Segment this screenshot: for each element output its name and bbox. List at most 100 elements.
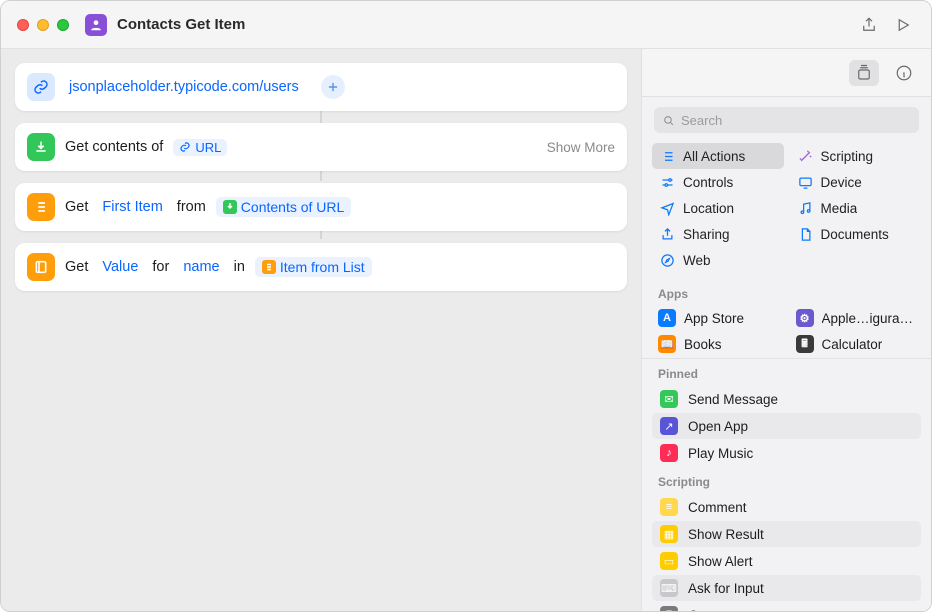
scripting-item-show-result[interactable]: ▦ Show Result (652, 521, 921, 547)
close-window-button[interactable] (17, 19, 29, 31)
display-icon (798, 175, 813, 190)
bullet-list-icon (660, 149, 675, 164)
app-calculator[interactable]: 🖩 Calculator (790, 331, 922, 357)
category-web[interactable]: Web (652, 247, 784, 273)
minimize-window-button[interactable] (37, 19, 49, 31)
run-button[interactable] (889, 11, 917, 39)
info-button[interactable] (889, 60, 919, 86)
action-icon: ⌨ (660, 579, 678, 597)
action-icon: Σ (660, 606, 678, 611)
action-get-dictionary-value[interactable]: Get Value for name in Item from List (15, 243, 627, 291)
app-icon: A (658, 309, 676, 327)
action-label: Count (688, 608, 724, 612)
category-all-actions[interactable]: All Actions (652, 143, 784, 169)
apps-grid: A App Store ⚙Apple…igurator📖Books 🖩 Calculat… (642, 305, 931, 359)
category-label: Sharing (683, 227, 730, 242)
list-icon (27, 193, 55, 221)
app-icon: 🖩 (796, 335, 814, 353)
add-variable-button[interactable] (321, 75, 345, 99)
link-icon (27, 73, 55, 101)
category-label: Device (821, 175, 862, 190)
action-icon: ▭ (660, 552, 678, 570)
action-icon: ↗ (660, 417, 678, 435)
shortcut-app-icon (85, 14, 107, 36)
app-app-store[interactable]: A App Store (652, 305, 784, 331)
label-for: for (152, 259, 169, 275)
action-label: Play Music (688, 446, 753, 461)
category-label: Controls (683, 175, 733, 190)
action-text-url[interactable]: jsonplaceholder.typicode.com/users (15, 63, 627, 111)
titlebar: Contacts Get Item (1, 1, 931, 49)
app-label: Books (684, 337, 722, 352)
body: jsonplaceholder.typicode.com/users Get c… (1, 49, 931, 611)
search-icon (662, 114, 675, 127)
workflow-editor[interactable]: jsonplaceholder.typicode.com/users Get c… (1, 49, 641, 611)
category-label: Media (821, 201, 858, 216)
label-get: Get (65, 259, 88, 275)
list-icon (262, 260, 276, 274)
search-input[interactable] (681, 113, 911, 128)
wand-icon (798, 149, 813, 164)
param-key[interactable]: name (179, 259, 223, 275)
scripting-item-show-alert[interactable]: ▭Show Alert (652, 548, 921, 574)
library-toggle-button[interactable] (849, 60, 879, 86)
scripting-item-comment[interactable]: ≡Comment (652, 494, 921, 520)
window: Contacts Get Item jsonplaceholder.typico… (0, 0, 932, 612)
action-label: Get contents of (65, 139, 163, 155)
scripting-item-ask-for-input[interactable]: ⌨ Ask for Input (652, 575, 921, 601)
dictionary-icon (27, 253, 55, 281)
action-label: Send Message (688, 392, 778, 407)
action-label: Ask for Input (688, 581, 764, 596)
source-contents-of-url-token[interactable]: Contents of URL (216, 197, 352, 217)
app-label: Calculator (822, 337, 883, 352)
pinned-label: Pinned (642, 359, 931, 385)
safari-icon (660, 253, 675, 268)
category-documents[interactable]: Documents (790, 221, 922, 247)
label-from: from (177, 199, 206, 215)
category-media[interactable]: Media (790, 195, 922, 221)
category-label: Scripting (821, 149, 874, 164)
share-icon (660, 227, 675, 242)
show-more-button[interactable]: Show More (547, 140, 615, 155)
apps-label: Apps (642, 279, 931, 305)
window-title: Contacts Get Item (117, 16, 245, 33)
category-controls[interactable]: Controls (652, 169, 784, 195)
category-scripting[interactable]: Scripting (790, 143, 922, 169)
actions-list-scroll[interactable]: Pinned ✉ Send Message ↗ Open App ♪Play Music… (642, 359, 931, 611)
action-icon: ✉ (660, 390, 678, 408)
pinned-item-send-message[interactable]: ✉ Send Message (652, 386, 921, 412)
category-label: Documents (821, 227, 889, 242)
scripting-list: ≡Comment ▦ Show Result ▭Show Alert ⌨ Ask for … (642, 494, 931, 611)
category-label: Location (683, 201, 734, 216)
app-books[interactable]: 📖Books (652, 331, 784, 357)
url-value[interactable]: jsonplaceholder.typicode.com/users (65, 79, 303, 95)
label-in: in (234, 259, 245, 275)
token-text: URL (195, 140, 221, 155)
pinned-item-open-app[interactable]: ↗ Open App (652, 413, 921, 439)
zoom-window-button[interactable] (57, 19, 69, 31)
url-param-token[interactable]: URL (173, 139, 227, 156)
download-icon (27, 133, 55, 161)
app-label: App Store (684, 311, 744, 326)
action-label: Show Result (688, 527, 764, 542)
library-sidebar: All Actions Scripting Controls Device Locati… (641, 49, 931, 611)
param-value[interactable]: Value (98, 259, 142, 275)
action-get-item-from-list[interactable]: Get First Item from Contents of URL (15, 183, 627, 231)
category-device[interactable]: Device (790, 169, 922, 195)
app-apple-igurator[interactable]: ⚙Apple…igurator (790, 305, 922, 331)
sidebar-toolbar (642, 49, 931, 97)
source-item-from-list-token[interactable]: Item from List (255, 257, 372, 277)
action-get-contents-of-url[interactable]: Get contents of URL Show More (15, 123, 627, 171)
category-sharing[interactable]: Sharing (652, 221, 784, 247)
action-icon: ▦ (660, 525, 678, 543)
search-field[interactable] (654, 107, 919, 133)
download-icon (223, 200, 237, 214)
pinned-item-play-music[interactable]: ♪Play Music (652, 440, 921, 466)
category-location[interactable]: Location (652, 195, 784, 221)
scripting-item-count[interactable]: Σ Count (652, 602, 921, 611)
param-first-item[interactable]: First Item (98, 199, 166, 215)
token-text: Item from List (280, 259, 365, 275)
share-button[interactable] (855, 11, 883, 39)
action-label: Open App (688, 419, 748, 434)
scripting-label: Scripting (642, 467, 931, 493)
